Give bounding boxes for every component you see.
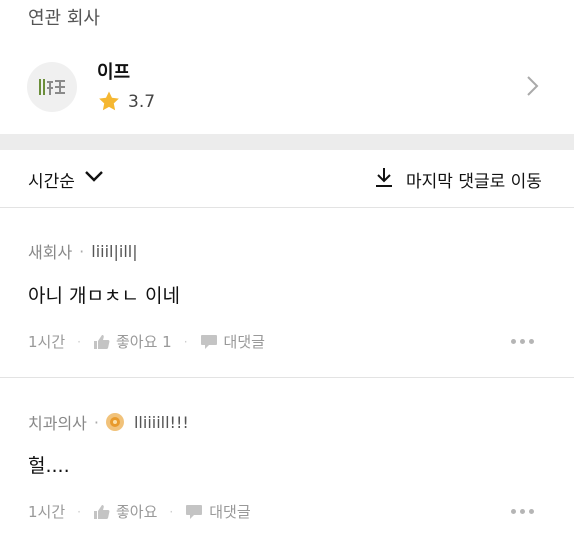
section-divider: [0, 134, 574, 150]
sort-dropdown-label[interactable]: 시간순: [28, 167, 75, 192]
comment-author-line: 치과의사 · lliiiill!!!: [28, 410, 189, 434]
related-company-row[interactable]: 이프 3.7: [0, 50, 574, 120]
comment-nickname: liiil|ill|: [91, 241, 138, 261]
comment-item: 치과의사 · lliiiill!!! 헐.... 1시간 · 좋아요 · 대댓글: [0, 377, 574, 537]
speech-bubble-icon: [185, 504, 203, 520]
company-logo-icon: [39, 79, 65, 95]
like-label: 좋아요: [115, 503, 158, 521]
reply-label: 대댓글: [209, 503, 251, 521]
like-button[interactable]: 좋아요 1: [93, 331, 172, 352]
comment-time: 1시간: [28, 503, 66, 521]
more-options-icon[interactable]: [511, 339, 534, 344]
section-title: 연관 회사: [28, 8, 100, 29]
like-label: 좋아요 1: [115, 333, 172, 351]
comment-item: 새회사 · liiil|ill| 아니 개ㅁㅊㄴ 이네 1시간 · 좋아요 1 …: [0, 207, 574, 377]
comment-meta: 1시간 · 좋아요 1 · 대댓글: [28, 331, 265, 352]
sort-bar: 시간순 마지막 댓글로 이동: [0, 150, 574, 207]
separator-dot: ·: [93, 412, 99, 432]
comment-author-line: 새회사 · liiil|ill|: [28, 239, 138, 263]
comment-author: 치과의사: [28, 414, 87, 433]
company-name: 이프: [97, 62, 131, 83]
chevron-down-icon[interactable]: [84, 170, 104, 184]
speech-bubble-icon: [200, 334, 218, 350]
flower-badge-icon: [105, 413, 124, 431]
comment-body: 헐....: [28, 455, 70, 477]
star-icon: [99, 91, 119, 111]
comment-nickname: lliiiill!!!: [133, 412, 189, 432]
reply-label: 대댓글: [223, 333, 265, 351]
rating-value: 3.7: [128, 91, 156, 112]
company-logo: [27, 62, 77, 112]
company-rating: 3.7: [97, 90, 155, 113]
reply-button[interactable]: 대댓글: [185, 501, 251, 522]
comment-body: 아니 개ㅁㅊㄴ 이네: [28, 285, 180, 307]
more-options-icon[interactable]: [511, 509, 534, 514]
download-arrow-icon[interactable]: [374, 166, 394, 188]
comment-author: 새회사: [28, 243, 73, 262]
reply-button[interactable]: 대댓글: [200, 331, 265, 352]
comment-time: 1시간: [28, 333, 66, 351]
comment-meta: 1시간 · 좋아요 · 대댓글: [28, 501, 251, 522]
thumbs-up-icon: [93, 334, 110, 350]
like-button[interactable]: 좋아요: [93, 501, 157, 522]
jump-to-last-comment-button[interactable]: 마지막 댓글로 이동: [406, 167, 542, 192]
chevron-right-icon[interactable]: [526, 75, 540, 97]
thumbs-up-icon: [93, 504, 110, 520]
separator-dot: ·: [79, 241, 85, 261]
